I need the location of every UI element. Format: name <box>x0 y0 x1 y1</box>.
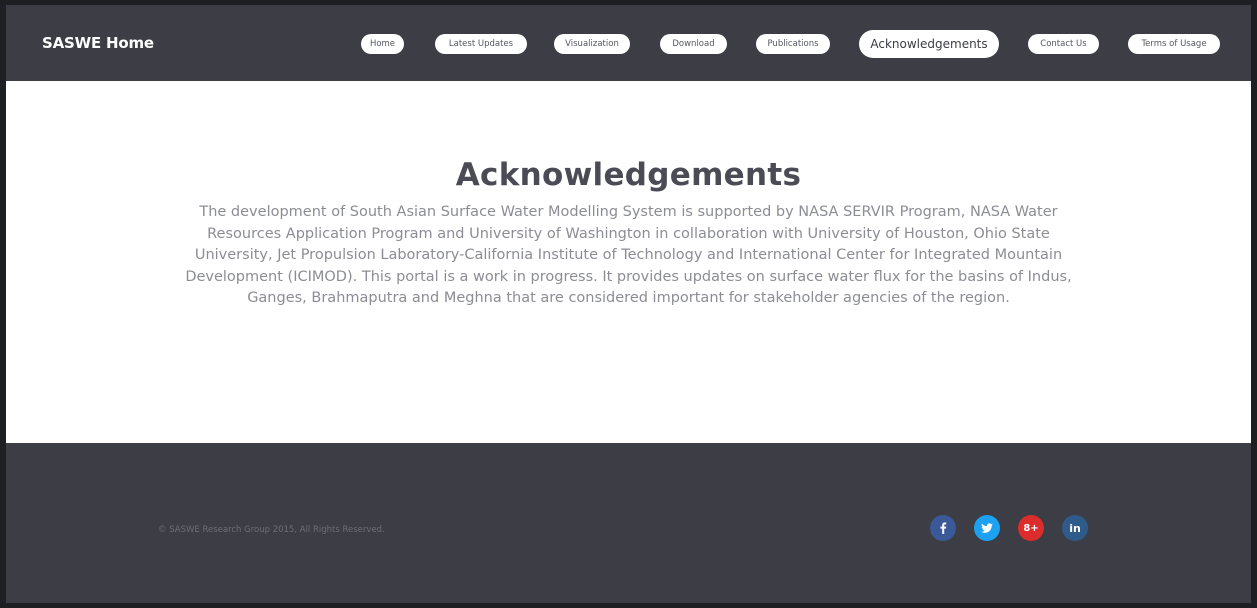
google-plus-icon[interactable]: 8+ <box>1018 515 1044 541</box>
nav-download[interactable]: Download <box>660 34 727 54</box>
content-section: Acknowledgements The development of Sout… <box>6 81 1251 443</box>
nav-contact-us[interactable]: Contact Us <box>1028 34 1099 54</box>
twitter-glyph <box>981 523 993 533</box>
linkedin-glyph: in <box>1069 521 1081 535</box>
nav-acknowledgements[interactable]: Acknowledgements <box>859 30 999 58</box>
page-title: Acknowledgements <box>455 157 802 193</box>
nav-visualization[interactable]: Visualization <box>554 34 630 54</box>
nav-publications[interactable]: Publications <box>756 34 830 54</box>
footer: © SASWE Research Group 2015, All Rights … <box>6 443 1251 603</box>
copyright-text: © SASWE Research Group 2015, All Rights … <box>158 525 385 535</box>
linkedin-icon[interactable]: in <box>1062 515 1088 541</box>
nav-home[interactable]: Home <box>361 34 404 54</box>
facebook-icon[interactable] <box>930 515 956 541</box>
nav-latest-updates[interactable]: Latest Updates <box>435 34 527 54</box>
acknowledgement-text: The development of South Asian Surface W… <box>185 204 1072 306</box>
brand-home-link[interactable]: SASWE Home <box>42 34 154 52</box>
nav-terms-of-usage[interactable]: Terms of Usage <box>1128 34 1220 54</box>
google-plus-glyph: 8+ <box>1023 522 1039 534</box>
facebook-glyph <box>940 522 947 534</box>
top-navbar: SASWE Home Home Latest Updates Visualiza… <box>6 5 1251 81</box>
page-frame: SASWE Home Home Latest Updates Visualiza… <box>6 5 1251 603</box>
twitter-icon[interactable] <box>974 515 1000 541</box>
